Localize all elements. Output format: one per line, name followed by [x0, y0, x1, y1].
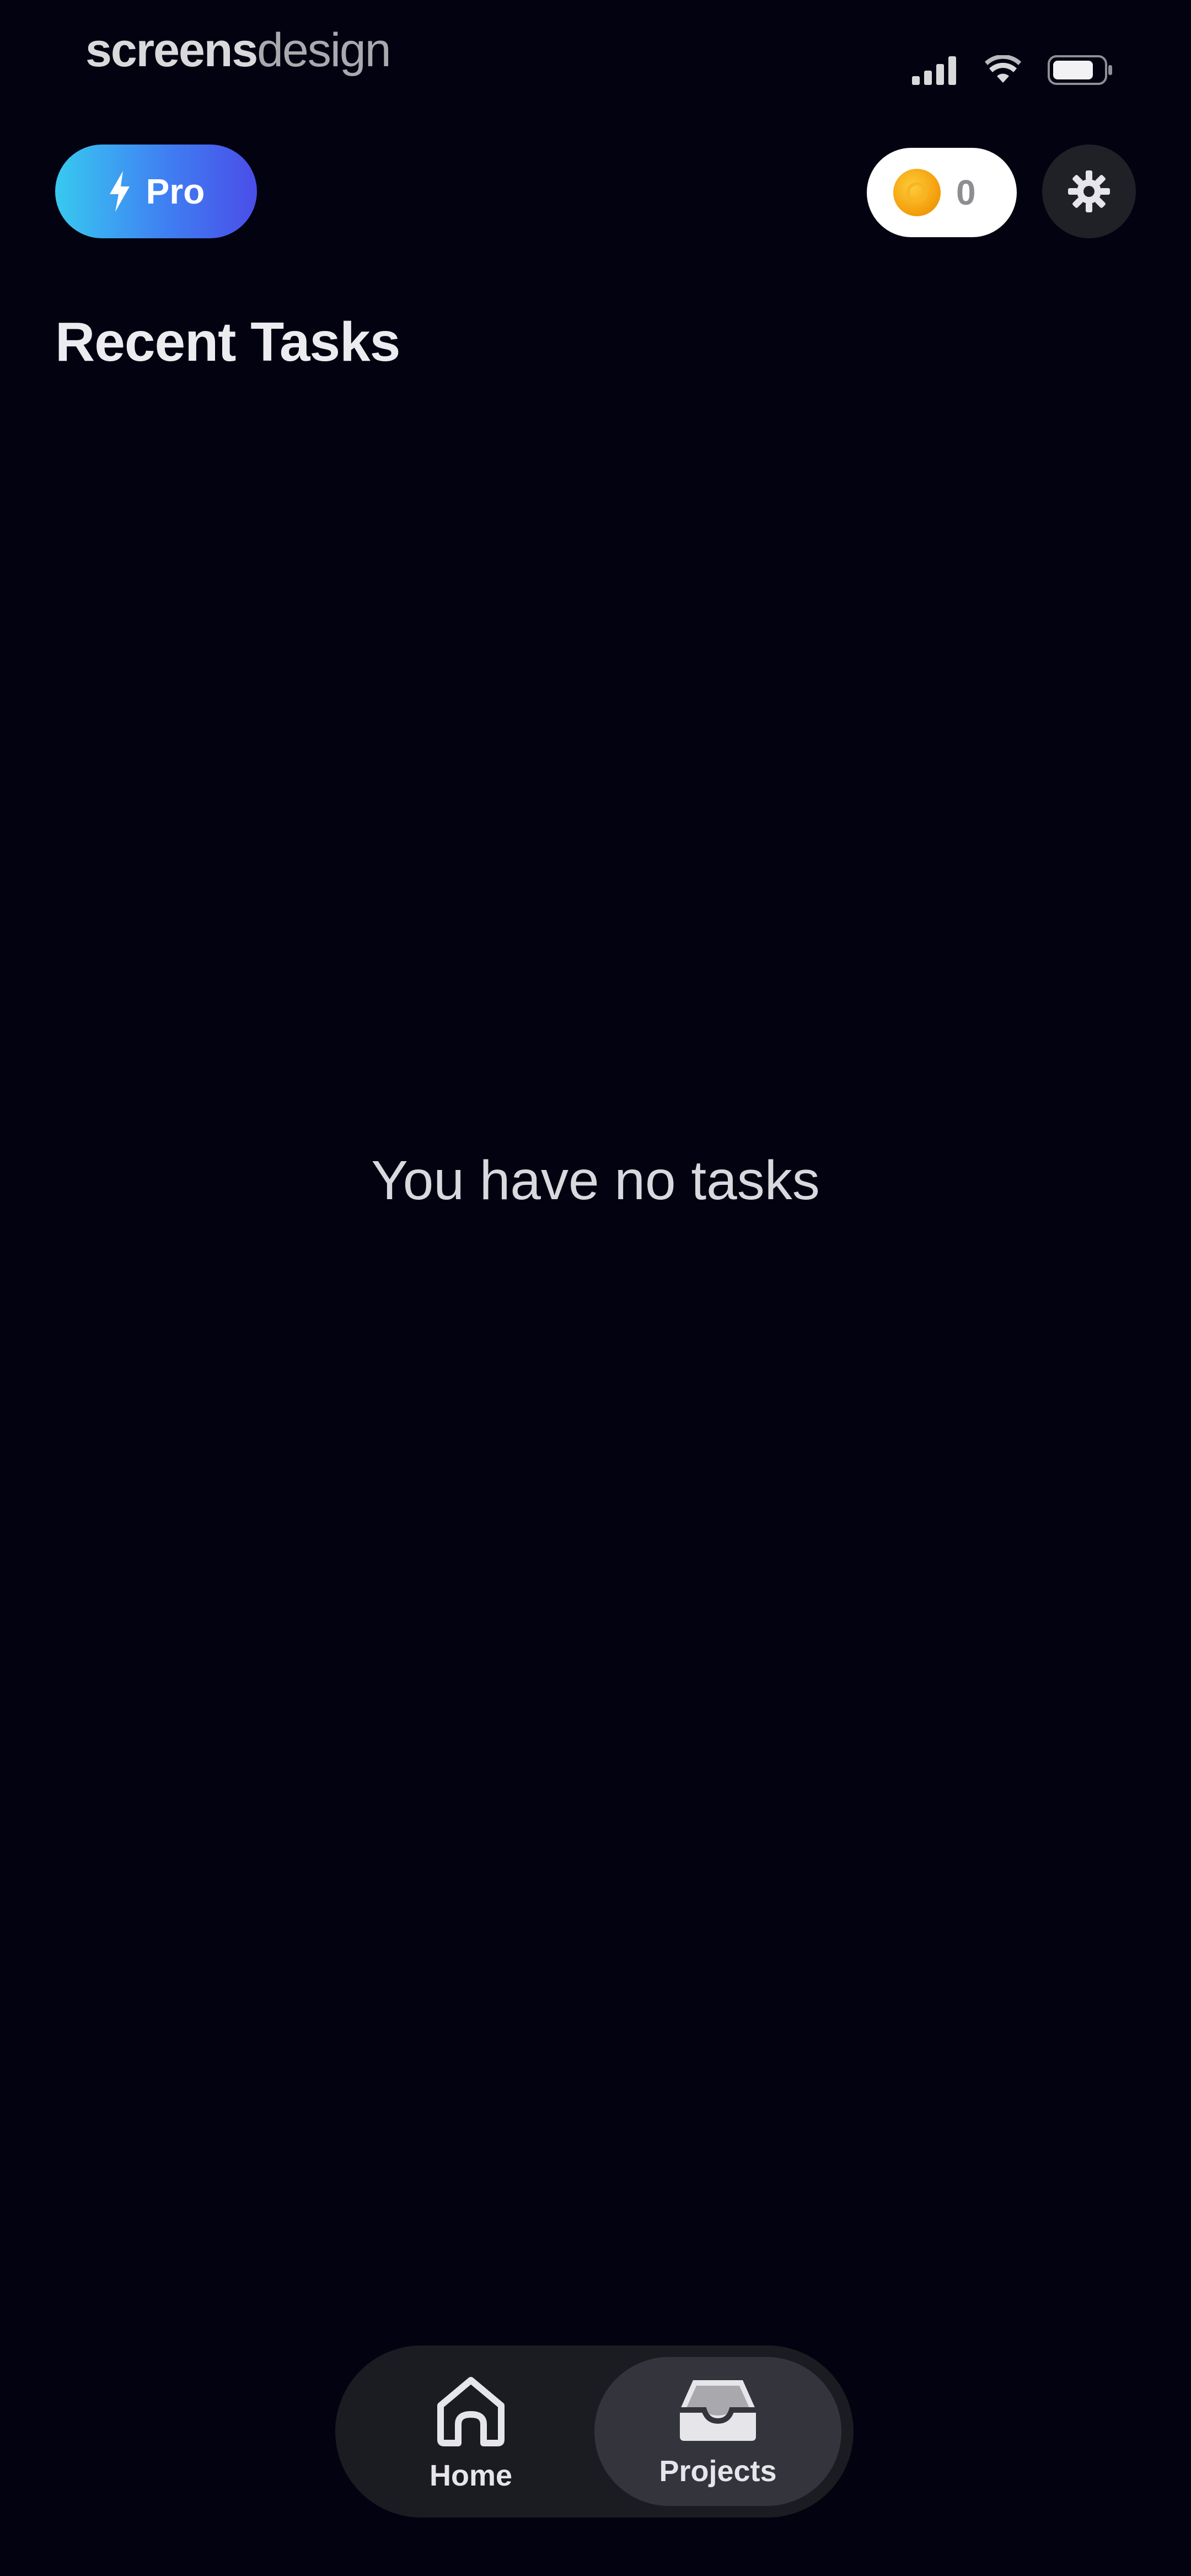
pro-label: Pro — [146, 172, 205, 211]
empty-state-message: You have no tasks — [371, 1150, 820, 1211]
status-bar: screensdesign — [0, 0, 1191, 121]
coin-icon — [893, 169, 941, 216]
tab-projects[interactable]: Projects — [594, 2357, 841, 2506]
tab-bar: Home Projects — [335, 2345, 854, 2518]
bolt-icon — [109, 171, 130, 212]
pro-button[interactable]: Pro — [55, 145, 257, 238]
signal-icon — [912, 56, 956, 85]
watermark-light: design — [257, 24, 391, 77]
home-icon — [437, 2377, 505, 2446]
status-icons — [912, 51, 1114, 89]
coins-value: 0 — [956, 173, 976, 212]
battery-icon — [1048, 55, 1112, 85]
watermark: screensdesign — [85, 24, 391, 77]
tab-home[interactable]: Home — [347, 2357, 594, 2506]
settings-button[interactable] — [1042, 145, 1136, 238]
gear-icon — [1068, 170, 1110, 212]
watermark-bold: screens — [85, 24, 258, 77]
tab-home-label: Home — [429, 2459, 513, 2492]
wifi-icon — [985, 55, 1021, 83]
app-screen: screensdesign Pro 0 Recent Tasks You hav… — [0, 0, 1191, 2576]
tab-projects-label: Projects — [659, 2455, 777, 2488]
section-title: Recent Tasks — [55, 311, 400, 373]
inbox-icon — [680, 2380, 756, 2441]
coins-balance-button[interactable]: 0 — [867, 148, 1017, 237]
